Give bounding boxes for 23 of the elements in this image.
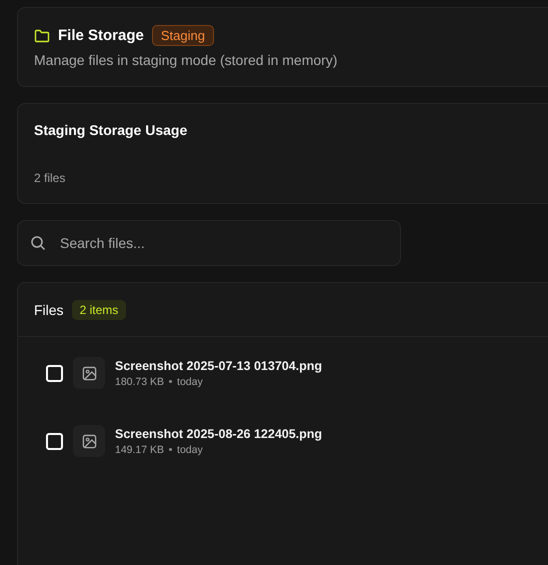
mode-badge: Staging [152, 25, 214, 46]
file-name: Screenshot 2025-08-26 122405.png [115, 426, 322, 440]
search-input[interactable]: Search files... [58, 234, 388, 252]
file-size: 149.17 KB [115, 444, 164, 456]
search-icon [30, 235, 46, 251]
file-date: today [177, 444, 203, 456]
file-checkbox[interactable] [46, 432, 63, 450]
image-file-icon [73, 357, 105, 389]
page-description: Manage files in staging mode (stored in memory) [34, 52, 338, 68]
files-title: Files [34, 302, 64, 318]
search-bar[interactable]: Search files... [17, 220, 401, 266]
file-size: 180.73 KB [115, 376, 164, 388]
file-name: Screenshot 2025-07-13 013704.png [115, 358, 322, 372]
file-checkbox[interactable] [46, 364, 63, 382]
separator-dot [169, 380, 172, 383]
item-count-badge: 2 items [72, 300, 126, 320]
file-count: 2 files [34, 171, 66, 185]
image-file-icon [73, 425, 105, 457]
separator-dot [169, 448, 172, 451]
file-date: today [177, 376, 203, 388]
page-title: File Storage [58, 27, 144, 44]
usage-title: Staging Storage Usage [34, 122, 188, 138]
folder-icon [34, 28, 50, 42]
